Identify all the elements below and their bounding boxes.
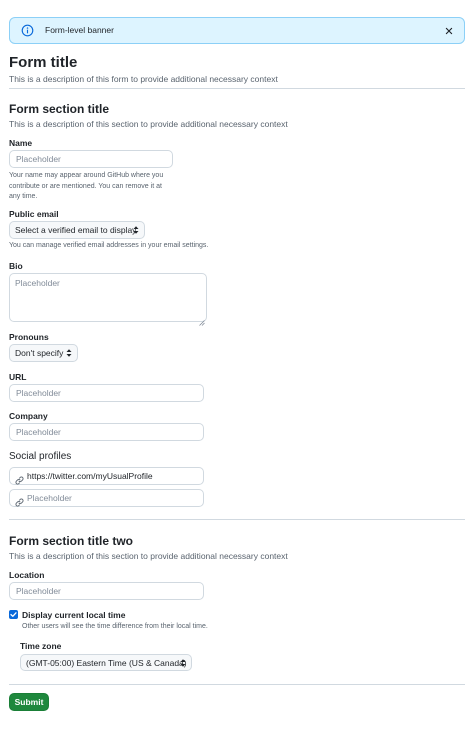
pronouns-selected: Don't specify <box>15 348 64 358</box>
pronouns-select[interactable]: Don't specify <box>9 344 78 362</box>
select-chevron-icon <box>180 658 186 668</box>
name-caption-line: Your name may appear around GitHub where… <box>9 172 164 179</box>
section-title: Form section title two <box>9 534 134 548</box>
divider <box>9 88 465 89</box>
form-description: This is a description of this form to pr… <box>9 74 278 84</box>
select-chevron-icon <box>133 225 139 235</box>
close-icon[interactable] <box>443 24 455 36</box>
company-label: Company <box>9 411 48 421</box>
name-input[interactable] <box>9 150 173 168</box>
select-chevron-icon <box>66 348 72 358</box>
submit-button[interactable]: Submit <box>9 693 49 711</box>
public-email-caption: You can manage verified email addresses … <box>9 242 209 249</box>
location-input[interactable] <box>9 582 204 600</box>
name-caption: Your name may appear around GitHub where… <box>9 171 163 203</box>
section-title: Form section title <box>9 102 110 116</box>
location-label: Location <box>9 570 45 580</box>
section-description: This is a description of this section to… <box>9 551 288 561</box>
form-level-banner: Form-level banner <box>9 17 465 44</box>
company-input[interactable] <box>9 423 204 441</box>
time-zone-label: Time zone <box>20 641 62 651</box>
bio-label: Bio <box>9 261 23 271</box>
social-profile-input[interactable] <box>27 468 197 484</box>
url-label: URL <box>9 372 27 382</box>
social-profiles-label: Social profiles <box>9 451 72 462</box>
banner-text: Form-level banner <box>45 25 114 35</box>
time-zone-selected: (GMT-05:00) Eastern Time (US & Canada) <box>26 657 187 668</box>
name-caption-line: any time. <box>9 193 38 200</box>
name-label: Name <box>9 138 33 148</box>
social-profile-field[interactable] <box>9 467 204 485</box>
social-profile-input[interactable] <box>27 490 197 506</box>
info-icon <box>21 24 34 37</box>
bio-textarea[interactable] <box>9 273 207 322</box>
public-email-label: Public email <box>9 209 59 219</box>
resize-grip-icon[interactable] <box>199 313 205 326</box>
time-zone-select[interactable]: (GMT-05:00) Eastern Time (US & Canada) <box>20 654 192 671</box>
local-time-caption: Other users will see the time difference… <box>22 623 208 630</box>
link-icon <box>15 472 24 485</box>
public-email-selected: Select a verified email to display <box>15 225 137 235</box>
social-profile-field[interactable] <box>9 489 204 507</box>
link-icon <box>15 494 24 507</box>
local-time-label[interactable]: Display current local time <box>22 610 125 620</box>
local-time-checkbox[interactable] <box>9 610 18 619</box>
form-title: Form title <box>9 54 78 71</box>
section-description: This is a description of this section to… <box>9 119 288 129</box>
public-email-select[interactable]: Select a verified email to display <box>9 221 145 239</box>
url-input[interactable] <box>9 384 204 402</box>
pronouns-label: Pronouns <box>9 332 49 342</box>
divider <box>9 684 465 685</box>
divider <box>9 519 465 520</box>
name-caption-line: contribute or are mentioned. You can rem… <box>9 182 162 190</box>
